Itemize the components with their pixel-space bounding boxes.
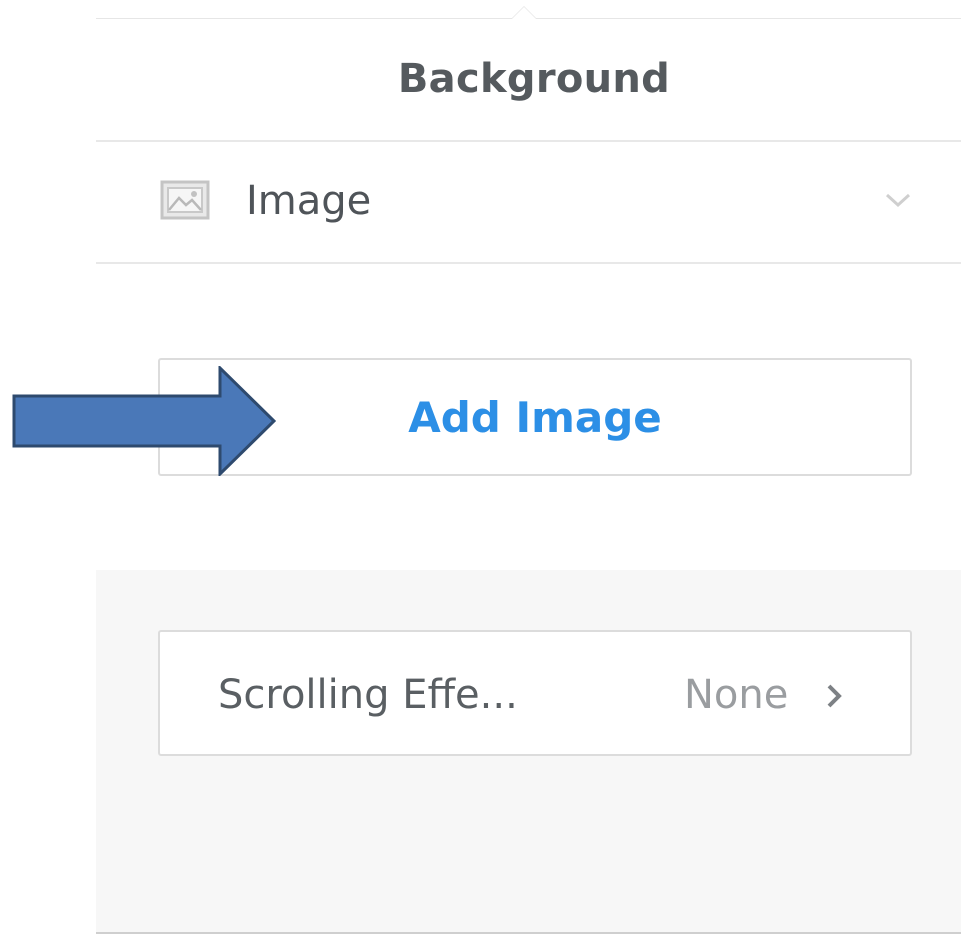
panel-title: Background [397,56,671,102]
background-type-dropdown[interactable]: Image [96,142,961,262]
chevron-right-icon [827,684,842,708]
type-divider [96,262,961,264]
scrolling-effect-section: Scrolling Effe... None [96,570,961,934]
scrolling-effect-selector[interactable]: Scrolling Effe... None [158,630,912,756]
add-image-label: Add Image [408,392,662,442]
page: Background Image Add Image Scrolling Eff… [0,0,961,934]
image-icon [160,180,210,220]
scrolling-effect-label: Scrolling Effe... [218,672,518,718]
background-type-label: Image [246,178,372,224]
popover-notch [511,6,537,19]
scrolling-effect-value: None [684,672,789,718]
chevron-down-icon [885,193,911,208]
annotation-arrow-icon [12,366,276,476]
